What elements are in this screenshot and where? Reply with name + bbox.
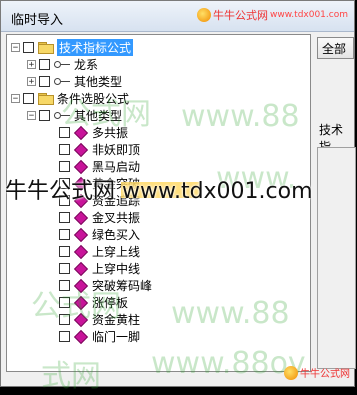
tree-node-other1[interactable]: + 其他类型 — [27, 73, 122, 90]
formula-label: 多共振 — [92, 126, 129, 140]
formula-label: 涨停板 — [92, 296, 129, 310]
formula-label: 突破筹码峰 — [92, 279, 153, 293]
import-dialog: 临时导入 牛牛公式网 www.tdx001.com − 技术指标公式 + 龙系 … — [0, 0, 356, 394]
title-bar: 临时导入 牛牛公式网 www.tdx001.com — [1, 1, 354, 32]
tree-node-other2[interactable]: − 其他类型 — [27, 107, 122, 124]
formula-label: 上穿中线 — [92, 262, 141, 276]
formula-icon — [73, 329, 89, 344]
formula-item[interactable]: 资金黄柱 — [47, 311, 140, 328]
formula-icon — [73, 312, 89, 327]
formula-icon — [73, 159, 89, 174]
collapse-icon[interactable]: − — [27, 111, 36, 121]
formula-item[interactable]: 涨停板 — [47, 294, 128, 311]
checkbox[interactable] — [39, 110, 50, 121]
formula-icon — [73, 142, 89, 157]
formula-item[interactable]: 突破筹码峰 — [47, 277, 152, 294]
formula-label: 绿色买入 — [92, 228, 141, 242]
brand-overlay-text: 牛牛公式网 www.tdx001.com — [5, 179, 313, 204]
folder-icon — [38, 42, 54, 54]
formula-icon — [73, 295, 89, 310]
tree-node-label: 其他类型 — [74, 109, 123, 123]
formula-label: 金叉共振 — [92, 211, 141, 225]
formula-item[interactable]: 金叉共振 — [47, 209, 140, 226]
formula-item[interactable]: 上穿中线 — [47, 260, 140, 277]
checkbox[interactable] — [59, 246, 70, 257]
checkbox[interactable] — [59, 161, 70, 172]
brand-url: www.tdx001.com — [270, 10, 348, 20]
formula-label: 上穿上线 — [92, 245, 141, 259]
checkbox[interactable] — [59, 280, 70, 291]
formula-icon — [73, 278, 89, 293]
brand-icon — [284, 365, 298, 380]
expand-icon[interactable]: + — [27, 60, 36, 70]
checkbox[interactable] — [39, 76, 50, 87]
brand-name: 牛牛公式网 — [213, 9, 269, 22]
checkbox[interactable] — [59, 331, 70, 342]
formula-icon — [73, 244, 89, 259]
checkbox[interactable] — [23, 93, 34, 104]
brand-logo: 牛牛公式网 www.tdx001.com — [197, 5, 348, 25]
detail-panel — [317, 147, 356, 369]
formula-icon — [73, 210, 89, 225]
tree-node-longxi[interactable]: + 龙系 — [27, 56, 98, 73]
formula-item[interactable]: 绿色买入 — [47, 226, 140, 243]
formula-label: 资金黄柱 — [92, 313, 141, 327]
checkbox[interactable] — [59, 229, 70, 240]
tree-node-label: 其他类型 — [74, 75, 123, 89]
checkbox[interactable] — [59, 212, 70, 223]
tree-node-label: 条件选股公式 — [57, 92, 130, 106]
key-icon — [54, 77, 70, 86]
brand-name: 牛牛公式网 — [300, 369, 350, 380]
checkbox[interactable] — [59, 127, 70, 138]
checkbox[interactable] — [59, 297, 70, 308]
collapse-icon[interactable]: − — [11, 94, 20, 104]
formula-item[interactable]: 临门一脚 — [47, 328, 140, 345]
brand-icon — [197, 8, 212, 22]
window-title: 临时导入 — [11, 13, 64, 28]
tree-node-label: 龙系 — [74, 58, 99, 72]
key-icon — [54, 111, 70, 120]
formula-icon — [73, 125, 89, 140]
checkbox[interactable] — [59, 263, 70, 274]
collapse-icon[interactable]: − — [11, 43, 20, 53]
formula-item[interactable]: 非妖即顶 — [47, 141, 140, 158]
formula-item[interactable]: 上穿上线 — [47, 243, 140, 260]
tree-node-root1[interactable]: − 技术指标公式 — [11, 39, 134, 56]
checkbox[interactable] — [23, 42, 34, 53]
formula-icon — [73, 261, 89, 276]
folder-icon — [38, 93, 54, 105]
tree-node-label: 技术指标公式 — [57, 39, 134, 56]
bottom-brand-logo: 牛牛公式网 — [284, 365, 350, 380]
formula-item[interactable]: 多共振 — [47, 124, 128, 141]
checkbox[interactable] — [59, 144, 70, 155]
tree-node-root2[interactable]: − 条件选股公式 — [11, 90, 129, 107]
checkbox[interactable] — [59, 314, 70, 325]
expand-icon[interactable]: + — [27, 77, 36, 87]
formula-label: 临门一脚 — [92, 330, 141, 344]
key-icon — [54, 60, 70, 69]
formula-icon — [73, 227, 89, 242]
formula-label: 非妖即顶 — [92, 143, 141, 157]
checkbox[interactable] — [39, 59, 50, 70]
select-all-button[interactable]: 全部 — [317, 37, 354, 59]
